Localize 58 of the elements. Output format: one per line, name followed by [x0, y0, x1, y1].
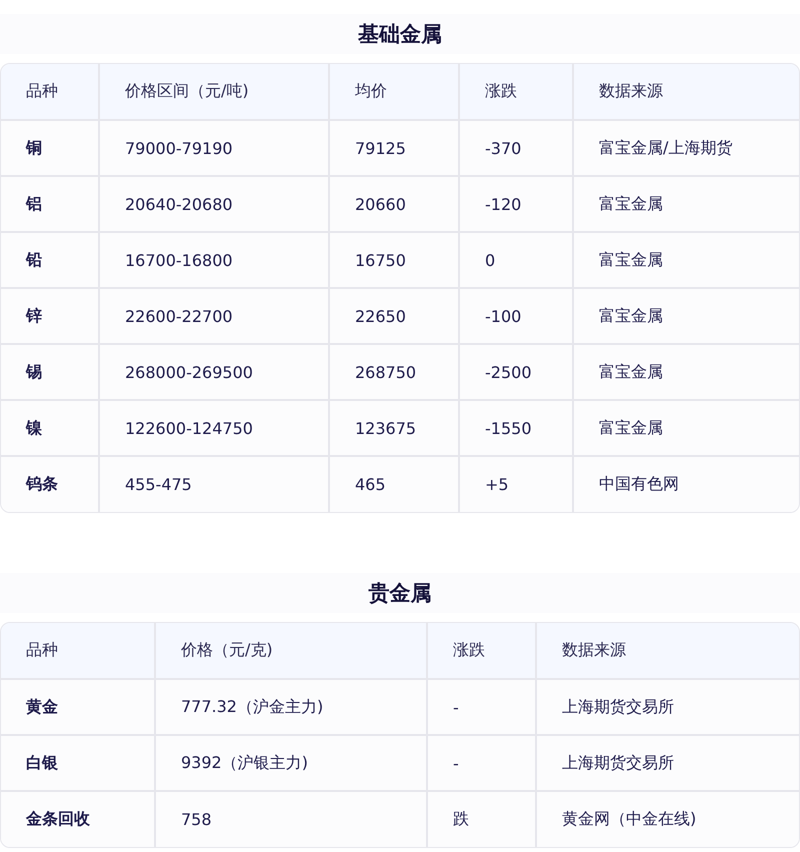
table-cell: -2500 [459, 344, 573, 400]
table-cell: 铝 [1, 176, 99, 232]
table-cell: 钨条 [1, 456, 99, 512]
table-cell: -1550 [459, 400, 573, 456]
table-cell: 中国有色网 [573, 456, 799, 512]
table-cell: 79000-79190 [99, 120, 329, 176]
table-cell: 富宝金属 [573, 344, 799, 400]
table-cell: 79125 [329, 120, 459, 176]
column-header: 涨跌 [427, 623, 536, 679]
table-cell: 黄金 [1, 679, 155, 735]
table-cell: 16700-16800 [99, 232, 329, 288]
table-cell: 上海期货交易所 [536, 735, 799, 791]
table-cell: 20660 [329, 176, 459, 232]
table-cell: 9392（沪银主力) [155, 735, 427, 791]
table-cell: 758 [155, 791, 427, 847]
table-cell: 富宝金属 [573, 232, 799, 288]
table-cell: -120 [459, 176, 573, 232]
table-cell: 黄金网（中金在线) [536, 791, 799, 847]
table-cell: 白银 [1, 735, 155, 791]
table-cell: 20640-20680 [99, 176, 329, 232]
table-cell: 777.32（沪金主力) [155, 679, 427, 735]
table-cell: -370 [459, 120, 573, 176]
table-cell: 铜 [1, 120, 99, 176]
table-cell: 0 [459, 232, 573, 288]
table-cell: 上海期货交易所 [536, 679, 799, 735]
table-cell: 富宝金属 [573, 400, 799, 456]
table-cell: 122600-124750 [99, 400, 329, 456]
table-cell: 123675 [329, 400, 459, 456]
table-cell: 锡 [1, 344, 99, 400]
table-cell: 22650 [329, 288, 459, 344]
table-cell: 镍 [1, 400, 99, 456]
column-header: 价格（元/克) [155, 623, 427, 679]
table-cell: 跌 [427, 791, 536, 847]
table-cell: 富宝金属 [573, 176, 799, 232]
table-cell: -100 [459, 288, 573, 344]
table-cell: 465 [329, 456, 459, 512]
column-header: 价格区间（元/吨) [99, 64, 329, 120]
table-cell: 富宝金属/上海期货 [573, 120, 799, 176]
section-title: 贵金属 [0, 573, 800, 613]
table-cell: 铅 [1, 232, 99, 288]
table-cell: 富宝金属 [573, 288, 799, 344]
column-header: 数据来源 [536, 623, 799, 679]
column-header: 品种 [1, 64, 99, 120]
table-cell: 268000-269500 [99, 344, 329, 400]
table-cell: 268750 [329, 344, 459, 400]
table-cell: 锌 [1, 288, 99, 344]
column-header: 涨跌 [459, 64, 573, 120]
table-cell: +5 [459, 456, 573, 512]
section-title: 基础金属 [0, 14, 800, 54]
table-cell: 金条回收 [1, 791, 155, 847]
table-cell: 16750 [329, 232, 459, 288]
table-cell: - [427, 735, 536, 791]
column-header: 均价 [329, 64, 459, 120]
column-header: 数据来源 [573, 64, 799, 120]
column-header: 品种 [1, 623, 155, 679]
table-cell: - [427, 679, 536, 735]
table-cell: 455-475 [99, 456, 329, 512]
table-cell: 22600-22700 [99, 288, 329, 344]
